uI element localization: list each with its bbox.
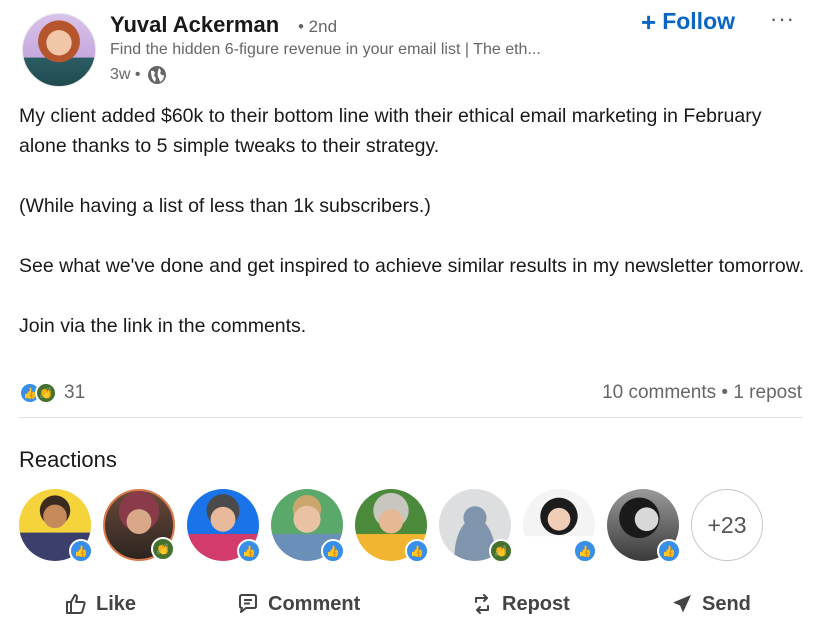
like-badge-icon: 👍	[237, 539, 261, 563]
like-badge-icon: 👍	[321, 539, 345, 563]
comment-icon	[239, 594, 257, 613]
post-text: My client added $60k to their bottom lin…	[19, 101, 809, 341]
reactor-avatar[interactable]: 👍	[271, 489, 345, 563]
repost-label: Repost	[502, 592, 570, 615]
connection-degree: • 2nd	[298, 17, 338, 36]
reactor-avatar[interactable]: 👏	[103, 489, 175, 561]
reactor-avatar[interactable]: 👍	[187, 489, 261, 563]
post-time: 3w •	[110, 66, 141, 83]
reactor-avatar[interactable]: 👍	[523, 489, 597, 563]
reactions-heading: Reactions	[19, 447, 117, 472]
like-button[interactable]: Like	[64, 592, 136, 616]
repost-button[interactable]: Repost	[470, 592, 570, 616]
reactor-avatar[interactable]: 👍	[19, 489, 93, 563]
post-paragraph: Join via the link in the comments.	[19, 315, 307, 337]
send-icon	[673, 595, 691, 613]
divider	[19, 417, 803, 418]
post-paragraph: See what we've done and get inspired to …	[19, 255, 805, 277]
comments-reposts-count[interactable]: 10 comments • 1 repost	[602, 382, 802, 404]
reaction-count[interactable]: 31	[64, 382, 85, 404]
celebrate-badge-icon: 👏	[151, 537, 175, 561]
reactor-avatar[interactable]: 👍	[355, 489, 429, 563]
post-paragraph: (While having a list of less than 1k sub…	[19, 195, 431, 217]
more-options-icon[interactable]: ···	[770, 6, 795, 32]
reaction-icons[interactable]: 👍 👏	[19, 382, 57, 404]
reactor-list: 👍 👏 👍 👍 👍 👏 👍 👍 +23	[19, 489, 763, 563]
plus-icon: +	[641, 6, 657, 37]
like-badge-icon: 👍	[405, 539, 429, 563]
reactor-avatar[interactable]: 👍	[607, 489, 681, 563]
celebrate-reaction-icon: 👏	[35, 382, 57, 404]
like-label: Like	[96, 592, 137, 615]
thumbs-up-icon	[66, 594, 86, 614]
author-headline: Find the hidden 6-figure revenue in your…	[110, 41, 541, 58]
like-badge-icon: 👍	[573, 539, 597, 563]
author-name[interactable]: Yuval Ackerman	[110, 12, 279, 38]
post-paragraph: My client added $60k to their bottom lin…	[19, 105, 762, 157]
comment-label: Comment	[268, 592, 361, 615]
send-button[interactable]: Send	[670, 592, 751, 616]
celebrate-badge-icon: 👏	[489, 539, 513, 563]
repost-icon	[475, 594, 489, 614]
like-badge-icon: 👍	[69, 539, 93, 563]
action-bar: Like Comment Repost Send	[0, 592, 818, 632]
reactor-avatar[interactable]: 👏	[439, 489, 513, 563]
globe-icon	[147, 66, 166, 84]
author-avatar[interactable]	[22, 13, 96, 87]
follow-button[interactable]: + Follow	[641, 8, 735, 35]
follow-label: Follow	[662, 8, 736, 34]
comment-button[interactable]: Comment	[236, 592, 360, 616]
like-badge-icon: 👍	[657, 539, 681, 563]
more-reactors-button[interactable]: +23	[691, 489, 763, 561]
post-meta: 3w •	[110, 65, 167, 85]
send-label: Send	[702, 592, 751, 615]
